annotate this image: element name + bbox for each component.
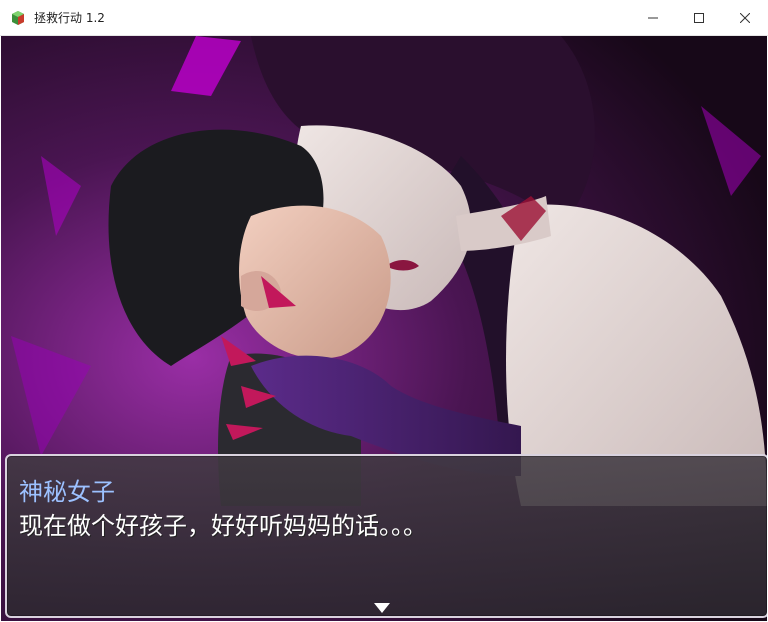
game-window: 拯救行动 1.2 神秘女子 现在做个好孩子，好好听妈妈的话。。。 [0,0,768,622]
minimize-button[interactable] [630,0,676,35]
speaker-name: 神秘女子 [19,478,115,506]
triangle-down-icon[interactable] [373,602,391,614]
maximize-icon [694,12,704,23]
dialog-box[interactable]: 神秘女子 现在做个好孩子，好好听妈妈的话。。。 [5,454,767,618]
maximize-button[interactable] [676,0,722,35]
title-bar: 拯救行动 1.2 [0,0,768,36]
close-button[interactable] [722,0,768,35]
dialog-text: 现在做个好孩子，好好听妈妈的话。。。 [19,512,427,540]
game-stage[interactable]: 神秘女子 现在做个好孩子，好好听妈妈的话。。。 [1,36,767,621]
window-title: 拯救行动 1.2 [34,11,105,25]
minimize-icon [648,17,658,18]
close-icon [740,12,750,23]
app-icon [10,10,26,26]
